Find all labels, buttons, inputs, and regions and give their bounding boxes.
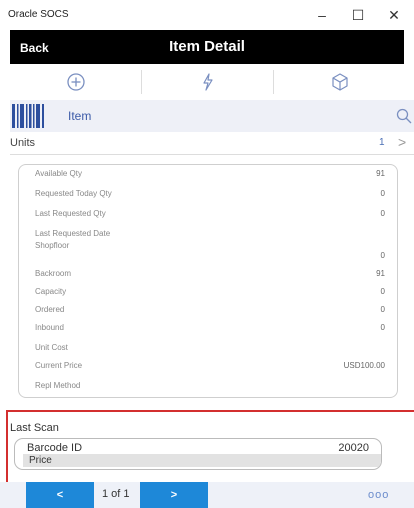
price-field[interactable]: Price bbox=[23, 454, 381, 467]
item-search-bar[interactable]: Item bbox=[10, 100, 414, 132]
detail-row-available-qty: Available Qty 91 bbox=[35, 169, 385, 178]
units-count: 1 bbox=[379, 137, 385, 148]
detail-label: Backroom bbox=[35, 269, 72, 278]
barcode-icon bbox=[12, 104, 44, 128]
barcode-field[interactable]: Barcode ID 20020 Price bbox=[14, 438, 382, 470]
item-search-label: Item bbox=[68, 109, 92, 123]
detail-value: 91 bbox=[376, 169, 385, 178]
plus-circle-icon bbox=[66, 73, 85, 91]
detail-label: Repl Method bbox=[35, 381, 81, 390]
detail-value: 0 bbox=[380, 287, 385, 296]
detail-row-capacity: Capacity 0 bbox=[35, 287, 385, 296]
maximize-button[interactable]: ☐ bbox=[346, 5, 370, 25]
cube-icon bbox=[331, 73, 348, 91]
detail-label: Unit Cost bbox=[35, 343, 68, 352]
detail-value: 0 bbox=[380, 189, 385, 198]
detail-row-shopfloor: Shopfloor 0 bbox=[35, 241, 385, 260]
icon-toolbar bbox=[10, 64, 404, 101]
barcode-value: 20020 bbox=[338, 442, 369, 454]
detail-row-requested-today-qty: Requested Today Qty 0 bbox=[35, 189, 385, 198]
detail-label: Shopfloor bbox=[35, 241, 70, 250]
chevron-right-icon: > bbox=[398, 134, 407, 150]
app-title: Oracle SOCS bbox=[8, 9, 69, 20]
detail-row-repl-method: Repl Method bbox=[35, 381, 385, 390]
last-scan-title: Last Scan bbox=[10, 422, 59, 434]
detail-value: 91 bbox=[376, 269, 385, 278]
detail-label: Current Price bbox=[35, 361, 83, 370]
app-header: Back Item Detail bbox=[10, 30, 404, 64]
search-icon[interactable] bbox=[396, 108, 412, 124]
detail-value: 0 bbox=[380, 209, 385, 218]
item-details-card: Available Qty 91 Requested Today Qty 0 L… bbox=[18, 164, 398, 398]
detail-value: USD100.00 bbox=[343, 361, 385, 370]
units-label: Units bbox=[10, 137, 36, 149]
detail-row-unit-cost: Unit Cost bbox=[35, 343, 385, 352]
detail-label: Requested Today Qty bbox=[35, 189, 112, 198]
prev-page-button[interactable]: < bbox=[26, 482, 94, 508]
package-action-button[interactable] bbox=[274, 64, 405, 100]
detail-value: 0 bbox=[380, 305, 385, 314]
barcode-label: Barcode ID bbox=[27, 442, 83, 454]
close-button[interactable]: ✕ bbox=[382, 5, 406, 25]
add-action-button[interactable] bbox=[10, 64, 141, 100]
detail-label: Ordered bbox=[35, 305, 65, 314]
detail-label: Last Requested Qty bbox=[35, 209, 106, 218]
lightning-icon bbox=[202, 73, 213, 91]
pager-bar: < 1 of 1 > ooo bbox=[0, 482, 414, 508]
detail-label: Available Qty bbox=[35, 169, 82, 178]
detail-label: Last Requested Date bbox=[35, 229, 111, 238]
detail-row-last-requested-date: Last Requested Date bbox=[35, 229, 385, 238]
detail-row-backroom: Backroom 91 bbox=[35, 269, 385, 278]
quick-action-button[interactable] bbox=[142, 64, 273, 100]
detail-row-last-requested-qty: Last Requested Qty 0 bbox=[35, 209, 385, 218]
more-options-button[interactable]: ooo bbox=[368, 489, 389, 501]
detail-row-current-price: Current Price USD100.00 bbox=[35, 361, 385, 370]
detail-value: 0 bbox=[380, 251, 385, 260]
detail-value: 0 bbox=[380, 323, 385, 332]
detail-row-ordered: Ordered 0 bbox=[35, 305, 385, 314]
last-scan-panel: Last Scan Barcode ID 20020 Price bbox=[6, 410, 414, 486]
detail-label: Inbound bbox=[35, 323, 64, 332]
detail-row-inbound: Inbound 0 bbox=[35, 323, 385, 332]
page-title: Item Detail bbox=[169, 38, 245, 55]
units-row[interactable]: Units 1 > bbox=[10, 132, 414, 155]
minimize-button[interactable]: – bbox=[310, 5, 334, 25]
detail-label: Capacity bbox=[35, 287, 67, 296]
next-page-button[interactable]: > bbox=[140, 482, 208, 508]
page-indicator: 1 of 1 bbox=[102, 488, 130, 500]
window-titlebar: Oracle SOCS – ☐ ✕ bbox=[0, 0, 414, 30]
